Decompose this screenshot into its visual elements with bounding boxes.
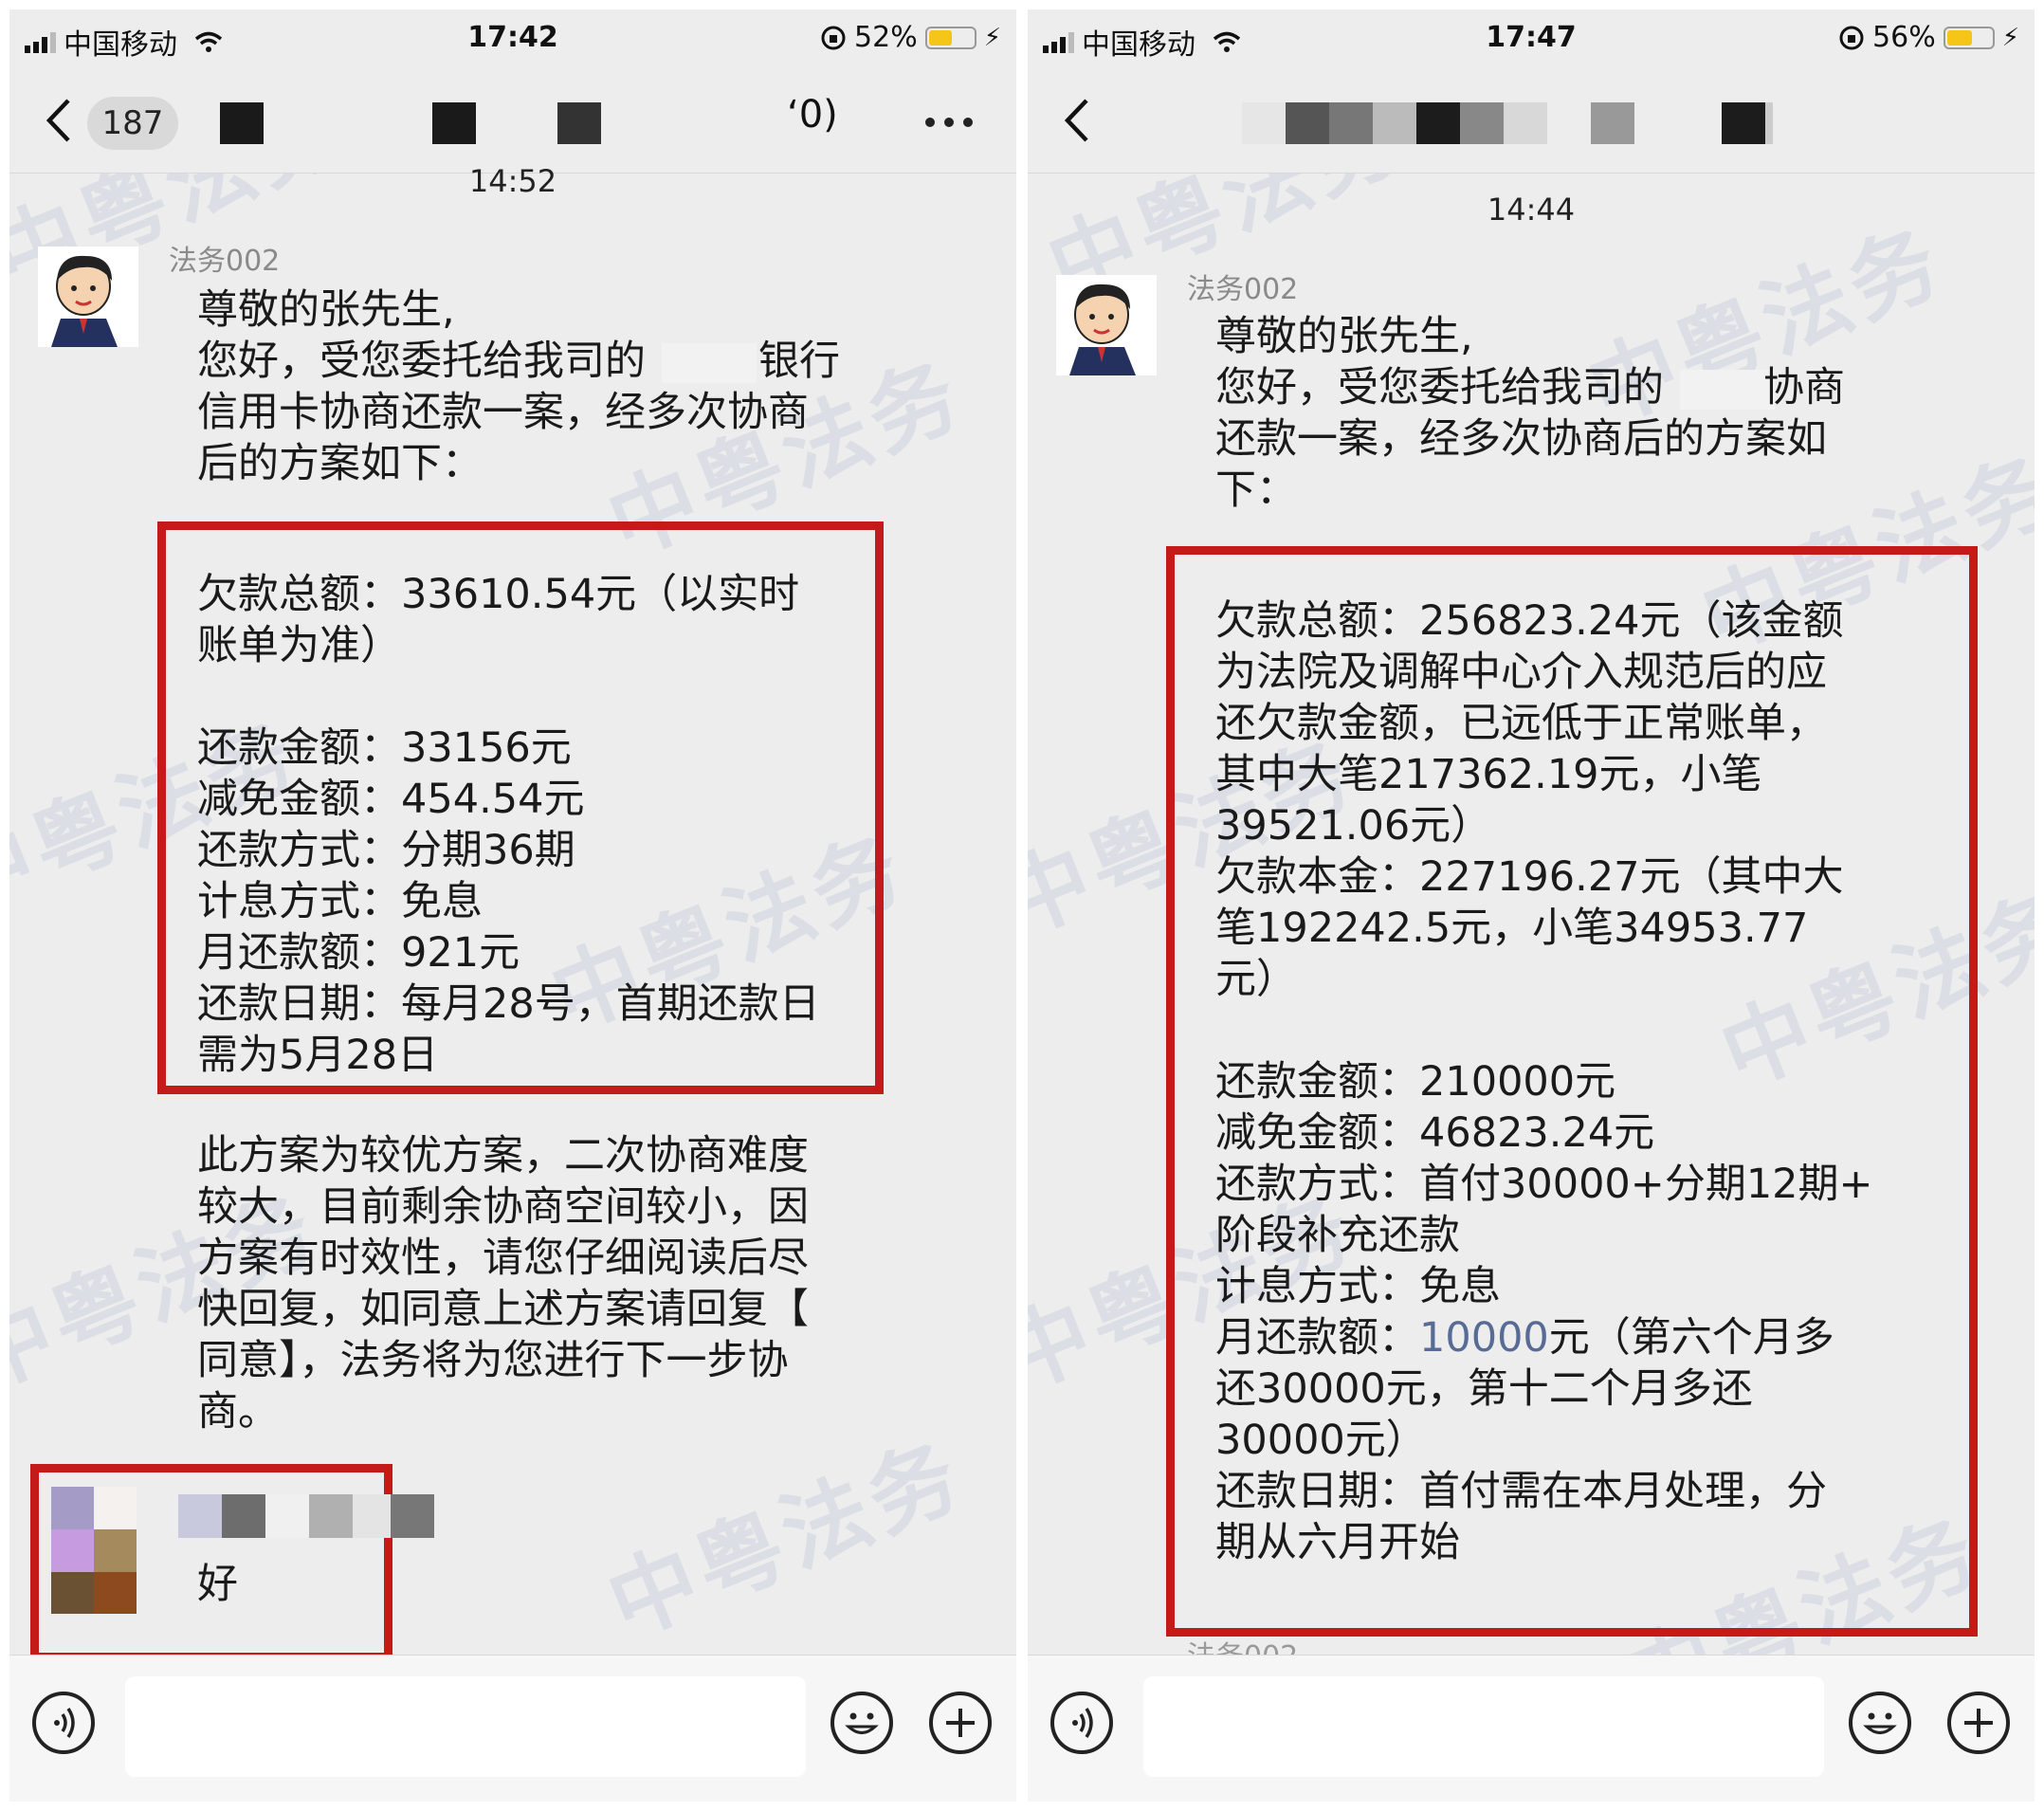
plan-line: 欠款总额：256823.24元（该金额: [1215, 597, 1844, 645]
plan-line: 计息方式：免息: [1215, 1263, 1501, 1310]
plan-line: 减免金额：46823.24元: [1215, 1109, 1655, 1157]
emoji-icon: [845, 1712, 879, 1734]
plan-line: 欠款本金：227196.27元（其中大: [1215, 853, 1844, 901]
left-screenshot: 中粤法务 中粤法务 中粤法务 中粤法务 中粤法务 中粤法务 中国移动 17:42…: [9, 9, 1016, 1802]
blurred-title: [557, 102, 601, 144]
lawyer-avatar[interactable]: [1056, 275, 1157, 375]
note-line: 较大，目前剩余协商空间较小，因: [197, 1183, 809, 1231]
plan-line: 减免金额：454.54元: [197, 776, 585, 823]
battery-icon: [1943, 26, 1995, 49]
message-intro-3: 还款一案，经多次协商后的方案如: [1215, 415, 1827, 463]
monthly-payment-line: 月还款额：10000元（第六个月多: [1215, 1312, 1834, 1363]
note-line: 同意】，法务将为您进行下一步协: [197, 1337, 789, 1384]
blurred-title: [432, 102, 476, 144]
status-bar: 中国移动 17:47 56% ⚡: [1028, 9, 2035, 68]
message-timestamp: 14:44: [1487, 192, 1576, 228]
status-bar: 中国移动 17:42 52% ⚡: [9, 9, 1016, 68]
plan-line: 39521.06元）: [1215, 802, 1492, 850]
emoji-button[interactable]: [830, 1692, 893, 1754]
back-arrow-icon[interactable]: [1060, 97, 1094, 144]
message-input[interactable]: [125, 1676, 806, 1777]
add-more-button[interactable]: [1947, 1692, 2010, 1754]
back-arrow-icon[interactable]: [42, 97, 76, 144]
monthly-suffix: 元（第六个月多: [1548, 1314, 1834, 1362]
note-line: 商。: [197, 1388, 279, 1436]
orientation-lock-icon: [1839, 26, 1864, 49]
reply-message: 好: [197, 1561, 238, 1608]
plan-line: 还款方式：分期36期: [197, 827, 575, 874]
voice-icon: [1072, 1708, 1093, 1738]
plan-line: 笔192242.5元，小笔34953.77: [1215, 905, 1809, 952]
add-more-button[interactable]: [929, 1692, 992, 1754]
plan-line: 其中大笔217362.19元，小笔: [1215, 751, 1762, 798]
plan-line: 还款方式：首付30000+分期12期+: [1215, 1161, 1873, 1208]
plan-line: 还欠款金额，已远低于正常账单，: [1215, 700, 1827, 747]
plan-line: 还30000元，第十二个月多还: [1215, 1365, 1753, 1413]
plan-line: 还款金额：33156元: [197, 724, 572, 772]
message-timestamp: 14:52: [468, 163, 557, 199]
plan-line: 30000元）: [1215, 1417, 1427, 1464]
chat-header: [1028, 68, 2035, 174]
message-intro-2: 协商: [1763, 364, 1845, 412]
input-bar: [9, 1655, 1016, 1802]
monthly-amount-link[interactable]: 10000: [1419, 1314, 1549, 1362]
message-greeting: 尊敬的张先生,: [197, 286, 455, 334]
message-intro-1: 您好，受您委托给我司的: [197, 338, 646, 385]
voice-input-button[interactable]: [1050, 1692, 1113, 1754]
plan-line: 阶段补充还款: [1215, 1212, 1460, 1259]
more-options-icon[interactable]: [925, 118, 973, 127]
chat-header: 187 ʻ0): [9, 68, 1016, 174]
unread-count-badge[interactable]: 187: [87, 97, 178, 150]
battery-percent: 52%: [854, 21, 918, 54]
right-screenshot: 中粤法务 中粤法务 中粤法务 中粤法务 中粤法务 中粤法务 中粤法务 中国移动 …: [1028, 9, 2035, 1802]
lawyer-avatar[interactable]: [38, 247, 138, 347]
battery-percent: 56%: [1872, 21, 1936, 54]
plus-icon: [1964, 1709, 1993, 1737]
blurred-title: [1242, 102, 1773, 144]
message-intro-3: 信用卡协商还款一案，经多次协商: [197, 389, 809, 436]
plan-line: 欠款总额：33610.54元（以实时: [197, 571, 800, 618]
plan-line: 月还款额：921元: [197, 929, 520, 977]
emoji-icon: [1863, 1712, 1897, 1734]
plan-line: 计息方式：免息: [197, 878, 483, 925]
blurred-user-name: [178, 1494, 434, 1538]
blurred-user-avatar[interactable]: [51, 1487, 137, 1614]
message-intro-4: 后的方案如下：: [197, 440, 483, 487]
blurred-title: [220, 102, 264, 144]
note-line: 此方案为较优方案，二次协商难度: [197, 1132, 809, 1180]
emoji-button[interactable]: [1849, 1692, 1911, 1754]
message-greeting: 尊敬的张先生,: [1215, 313, 1473, 360]
sender-name: 法务002: [169, 245, 281, 278]
charging-icon: ⚡: [983, 23, 1001, 52]
voice-input-button[interactable]: [32, 1692, 95, 1754]
plan-line: 账单为准）: [197, 622, 401, 669]
sender-name: 法务002: [1187, 273, 1299, 306]
plan-line: 还款日期：首付需在本月处理，分: [1215, 1468, 1827, 1515]
battery-icon: [924, 26, 976, 49]
plus-icon: [946, 1709, 975, 1737]
note-line: 快回复，如同意上述方案请回复【: [197, 1286, 809, 1333]
plan-line: 为法院及调解中心介入规范后的应: [1215, 649, 1827, 696]
redacted-bank-name: [662, 343, 757, 383]
note-line: 方案有时效性，请您仔细阅读后尽: [197, 1235, 809, 1282]
plan-line: 元）: [1215, 956, 1297, 1003]
message-intro-1: 您好，受您委托给我司的: [1215, 364, 1664, 412]
watermark: 中粤法务: [594, 1422, 977, 1656]
message-intro-4: 下：: [1215, 466, 1297, 514]
plan-line: 期从六月开始: [1215, 1519, 1460, 1566]
plan-line: 需为5月28日: [197, 1032, 439, 1079]
plan-line: 还款金额：210000元: [1215, 1058, 1616, 1106]
redacted-bank-name: [1680, 370, 1775, 410]
voice-icon: [54, 1708, 75, 1738]
charging-icon: ⚡: [2001, 23, 2019, 52]
message-intro-2: 银行: [758, 338, 840, 385]
monthly-prefix: 月还款额：: [1215, 1314, 1419, 1362]
chat-title-fragment: ʻ0): [787, 93, 838, 137]
message-input[interactable]: [1143, 1676, 1824, 1777]
input-bar: [1028, 1655, 2035, 1802]
orientation-lock-icon: [821, 26, 846, 49]
plan-line: 还款日期：每月28号，首期还款日: [197, 980, 820, 1028]
